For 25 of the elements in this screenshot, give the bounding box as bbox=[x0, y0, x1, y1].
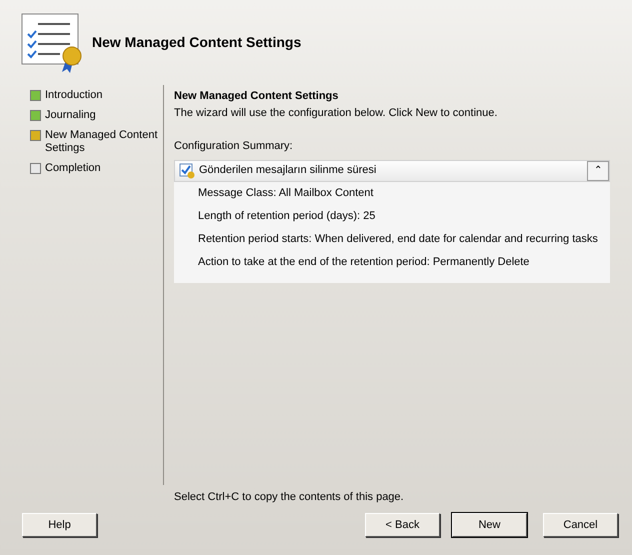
step-label: Journaling bbox=[45, 109, 96, 122]
dialog-button[interactable]: Help bbox=[22, 513, 97, 537]
step-status-icon bbox=[30, 90, 41, 101]
content-heading: New Managed Content Settings bbox=[174, 89, 340, 104]
step-label: Completion bbox=[45, 162, 101, 175]
dialog-button[interactable]: New bbox=[452, 513, 527, 537]
dialog-button[interactable]: < Back bbox=[365, 513, 440, 537]
step-status-icon bbox=[30, 130, 41, 141]
wizard-title: New Managed Content Settings bbox=[92, 33, 302, 52]
settings-item-icon bbox=[179, 162, 195, 178]
summary-line: Action to take at the end of the retention period: Permanently Delete bbox=[198, 256, 530, 268]
step-status-icon bbox=[30, 110, 41, 121]
step-status-icon bbox=[30, 163, 41, 174]
summary-title: Gönderilen mesajların silinme süresi bbox=[199, 163, 376, 178]
step-label: New Managed Content Settings bbox=[45, 129, 159, 155]
intro-text: The wizard will use the configuration below. Click New to continue. bbox=[174, 106, 498, 120]
dialog-button[interactable]: Cancel bbox=[543, 513, 618, 537]
summary-line: Message Class: All Mailbox Content bbox=[198, 186, 374, 200]
summary-line: Retention period starts: When delivered, end date for calendar and recurring tasks bbox=[198, 232, 599, 246]
summary-line: Length of retention period (days): 25 bbox=[198, 210, 376, 222]
step-label: Introduction bbox=[45, 89, 102, 102]
checklist-icon bbox=[20, 12, 84, 74]
summary-label: Configuration Summary: bbox=[174, 139, 294, 154]
collapse-button[interactable]: ⌃ bbox=[587, 160, 609, 180]
copy-hint: Select Ctrl+C to copy the contents of this page. bbox=[174, 490, 405, 504]
